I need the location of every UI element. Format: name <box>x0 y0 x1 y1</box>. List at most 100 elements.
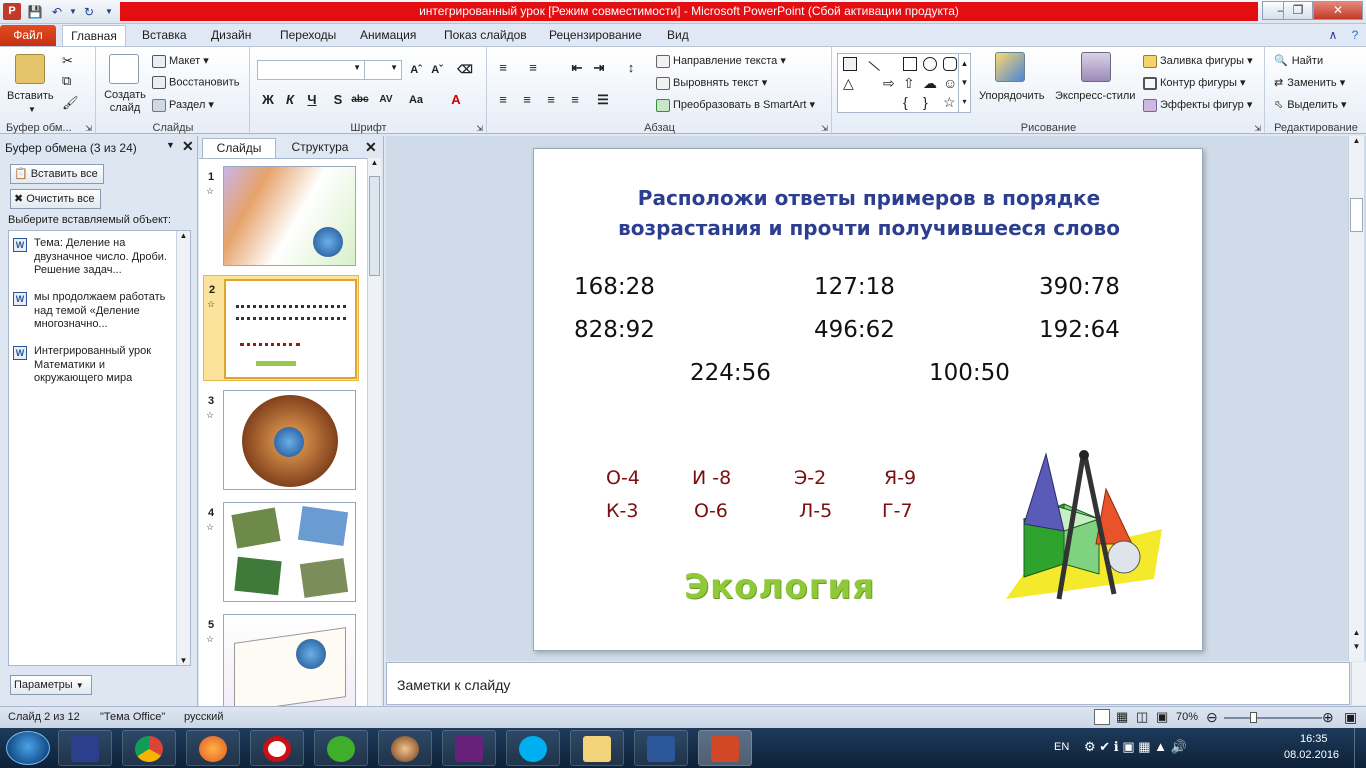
taskbar-app-save[interactable] <box>58 730 112 766</box>
expression[interactable]: 224:56 <box>690 360 771 386</box>
slide-sorter-icon[interactable]: ▦ <box>1116 709 1128 725</box>
next-slide-icon[interactable]: ▼ <box>1349 642 1364 651</box>
taskbar-app-powerpoint[interactable] <box>698 730 752 766</box>
paste-dropdown-icon[interactable]: ▼ <box>28 105 36 114</box>
tray-icons[interactable]: ⚙ ✔ ℹ ▣ ▦ ▲ 🔊 <box>1084 739 1187 755</box>
slides-scrollbar[interactable]: ▲ <box>367 158 381 706</box>
tab-home[interactable]: Главная <box>62 25 126 46</box>
bold-icon[interactable]: Ж <box>259 91 277 109</box>
bullets-icon[interactable]: ≡ <box>494 59 512 77</box>
letter-code[interactable]: Э-2 <box>794 467 826 489</box>
taskbar-app-chrome[interactable] <box>122 730 176 766</box>
select-button[interactable]: ⬁ Выделить ▾ <box>1274 98 1347 111</box>
letter-code[interactable]: Я-9 <box>884 467 916 489</box>
columns-icon[interactable]: ☰ <box>594 91 612 109</box>
oval-shape-icon[interactable] <box>923 57 937 71</box>
tab-slides[interactable]: Слайды <box>202 138 276 158</box>
replace-button[interactable]: ⇄ Заменить ▾ <box>1274 76 1345 89</box>
shape-fill-button[interactable]: Заливка фигуры ▾ <box>1143 54 1253 68</box>
options-button[interactable]: Параметры ▼ <box>10 675 92 695</box>
arrow-up-shape-icon[interactable]: ⇧ <box>903 76 917 90</box>
arrange-button[interactable]: Упорядочить <box>979 90 1044 102</box>
slide-thumbnail-1[interactable]: 1 ☆ <box>203 163 359 269</box>
answer-word-art[interactable]: Экология <box>684 567 875 607</box>
arrow-right-shape-icon[interactable]: ⇨ <box>883 76 897 90</box>
theme-name[interactable]: "Тема Office" <box>100 711 165 723</box>
clipboard-item[interactable]: W Интегрированный урок Математики и окруж… <box>13 345 175 386</box>
new-slide-button[interactable]: Создать слайд <box>103 89 147 115</box>
zoom-slider[interactable] <box>1224 717 1322 719</box>
clock-date[interactable]: 08.02.2016 <box>1284 749 1339 761</box>
layout-button[interactable]: Макет ▾ <box>152 54 209 68</box>
arrange-icon[interactable] <box>995 52 1025 82</box>
tab-file[interactable]: Файл <box>0 25 56 46</box>
current-slide[interactable]: Расположи ответы примеров в порядке возр… <box>533 148 1203 651</box>
format-painter-icon[interactable]: 🖌 <box>62 95 79 111</box>
taskbar-app-media[interactable] <box>378 730 432 766</box>
normal-view-icon[interactable] <box>1094 709 1110 725</box>
smartart-button[interactable]: Преобразовать в SmartArt ▾ <box>656 98 815 112</box>
clipboard-item[interactable]: Wмы продолжаем работать над темой «Делен… <box>13 291 175 332</box>
clear-format-icon[interactable]: ⌫ <box>456 61 474 79</box>
align-center-icon[interactable]: ≡ <box>518 91 536 109</box>
clock-time[interactable]: 16:35 <box>1300 733 1328 745</box>
shrink-font-icon[interactable]: Aˇ <box>428 61 446 79</box>
align-text-button[interactable]: Выровнять текст ▾ <box>656 76 767 90</box>
tab-design[interactable]: Дизайн <box>205 25 257 46</box>
cut-icon[interactable]: ✂ <box>62 53 73 69</box>
shape-effects-button[interactable]: Эффекты фигур ▾ <box>1143 98 1252 112</box>
copy-icon[interactable]: ⧉ <box>62 73 71 89</box>
letter-code[interactable]: И -8 <box>692 467 731 489</box>
tab-slideshow[interactable]: Показ слайдов <box>438 25 533 46</box>
expression[interactable]: 168:28 <box>574 274 655 300</box>
tab-outline[interactable]: Структура <box>279 138 361 158</box>
brace-right-shape-icon[interactable]: } <box>923 95 937 109</box>
letter-code[interactable]: Г-7 <box>882 500 913 522</box>
slide-thumbnail-4[interactable]: 4 ☆ <box>203 499 359 605</box>
text-direction-button[interactable]: Направление текста ▾ <box>656 54 786 68</box>
tab-view[interactable]: Вид <box>661 25 695 46</box>
line-spacing-icon[interactable]: ↕ <box>622 59 640 77</box>
language-indicator[interactable]: русский <box>184 711 223 723</box>
quick-styles-icon[interactable] <box>1081 52 1111 82</box>
reset-button[interactable]: Восстановить <box>152 76 239 89</box>
language-indicator-tray[interactable]: EN <box>1054 741 1069 753</box>
redo-icon[interactable]: ↻ <box>80 3 98 21</box>
taskbar-app-explorer[interactable] <box>570 730 624 766</box>
slides-pane-close-icon[interactable]: ✕ <box>365 139 377 156</box>
increase-indent-icon[interactable]: ⇥ <box>590 59 608 77</box>
scroll-down-icon[interactable]: ▼ <box>177 656 190 665</box>
scroll-up-icon[interactable]: ▲ <box>1349 136 1364 145</box>
letter-code[interactable]: О-4 <box>606 467 640 489</box>
brace-shape-icon[interactable]: { <box>903 95 917 109</box>
letter-code[interactable]: Л-5 <box>799 500 832 522</box>
start-button[interactable] <box>6 731 50 765</box>
cloud-shape-icon[interactable]: ☁ <box>923 76 937 90</box>
taskbar-app-word[interactable] <box>634 730 688 766</box>
font-launcher-icon[interactable]: ⇲ <box>476 124 483 133</box>
notes-scrollbar[interactable] <box>1351 662 1366 705</box>
textbox-shape-icon[interactable] <box>843 57 857 71</box>
section-button[interactable]: Раздел ▾ <box>152 98 214 112</box>
strikethrough-icon[interactable]: abc <box>351 91 369 109</box>
prev-slide-icon[interactable]: ▲ <box>1349 628 1364 637</box>
zoom-out-icon[interactable]: ⊖ <box>1206 709 1218 726</box>
drawing-launcher-icon[interactable]: ⇲ <box>1254 124 1261 133</box>
line-shape-icon[interactable] <box>860 61 880 81</box>
font-name-combo[interactable]: ▼ <box>257 60 365 80</box>
taskbar-app-vs[interactable] <box>442 730 496 766</box>
char-spacing-icon[interactable]: AV <box>377 91 395 109</box>
slide-title[interactable]: Расположи ответы примеров в порядке возр… <box>604 183 1134 243</box>
shapes-more-icon[interactable]: ▲ ▼ ▾ <box>958 54 970 112</box>
letter-code[interactable]: К-3 <box>606 500 638 522</box>
shadow-icon[interactable]: S <box>329 91 347 109</box>
expression[interactable]: 100:50 <box>929 360 1010 386</box>
decrease-indent-icon[interactable]: ⇤ <box>568 59 586 77</box>
star-shape-icon[interactable]: ☆ <box>943 95 957 109</box>
triangle-shape-icon[interactable]: △ <box>843 76 857 90</box>
font-size-dropdown-icon[interactable]: ▼ <box>390 63 398 72</box>
zoom-level[interactable]: 70% <box>1176 711 1198 723</box>
help-icon[interactable]: ? <box>1346 26 1364 44</box>
maximize-button[interactable]: ❐ <box>1283 1 1313 20</box>
scroll-thumb[interactable] <box>369 176 380 276</box>
